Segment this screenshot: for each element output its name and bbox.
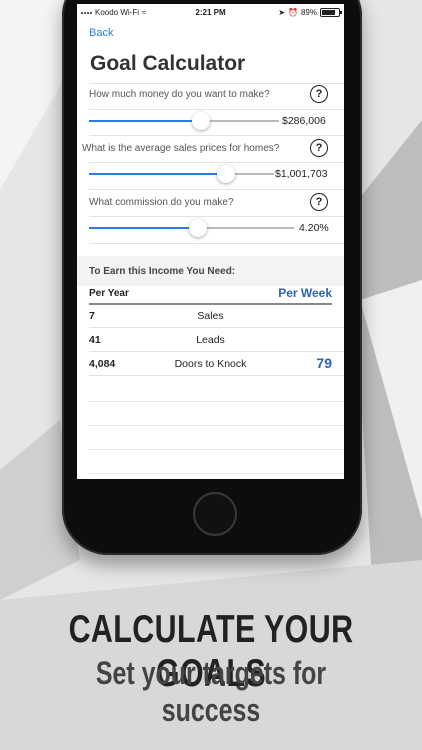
results-title: To Earn this Income You Need: (89, 266, 236, 277)
home-price-slider[interactable] (89, 164, 274, 184)
results-table-header: Per Year Per Week (89, 285, 332, 305)
question-commission: What commission do you make? (89, 197, 234, 208)
slider-track-filled (89, 173, 226, 175)
column-per-year: Per Year (89, 288, 129, 299)
slider-track-filled (89, 227, 198, 229)
page-title: Goal Calculator (90, 52, 246, 75)
question-home-price: What is the average sales prices for hom… (82, 143, 280, 154)
commission-value: 4.20% (299, 222, 329, 234)
app-screen: Koodo Wi-Fi ≈ 2:21 PM ➤ ⏰ 89% Back Goal … (77, 4, 344, 479)
table-row: 4,084 Doors to Knock 79 (89, 352, 344, 376)
battery-percent: 89% (300, 8, 317, 17)
divider (89, 135, 344, 136)
divider (89, 473, 344, 474)
home-button[interactable] (193, 492, 237, 536)
divider (89, 216, 344, 217)
question-income: How much money do you want to make? (89, 89, 270, 100)
home-price-value: $1,001,703 (275, 168, 328, 180)
table-row: 41 Leads (89, 328, 344, 352)
slider-thumb[interactable] (189, 219, 207, 237)
slider-track (198, 227, 294, 229)
row-label: Leads (196, 334, 225, 346)
help-icon[interactable]: ? (310, 139, 328, 157)
row-label: Sales (197, 310, 224, 322)
divider (89, 375, 344, 376)
divider (89, 243, 344, 244)
income-value: $286,006 (282, 115, 326, 127)
help-icon[interactable]: ? (310, 85, 328, 103)
divider (89, 109, 344, 110)
status-right: ➤ ⏰ 89% (278, 8, 342, 17)
back-button[interactable]: Back (89, 27, 113, 39)
divider (89, 449, 344, 450)
results-header: To Earn this Income You Need: (77, 256, 344, 286)
slider-track (201, 120, 279, 122)
table-row: 7 Sales (89, 304, 344, 328)
slider-thumb[interactable] (192, 112, 210, 130)
row-week-value: 79 (316, 355, 332, 371)
slider-track-filled (89, 120, 201, 122)
slider-thumb[interactable] (217, 165, 235, 183)
divider (89, 425, 344, 426)
alarm-icon: ⏰ (288, 8, 298, 17)
location-icon: ➤ (278, 8, 286, 17)
income-slider[interactable] (89, 111, 279, 131)
row-label: Doors to Knock (174, 358, 247, 370)
status-bar: Koodo Wi-Fi ≈ 2:21 PM ➤ ⏰ 89% (77, 4, 344, 22)
divider (89, 83, 344, 84)
divider (89, 401, 344, 402)
battery-icon (320, 8, 342, 17)
promo-subheadline: Set your targets for success (95, 655, 327, 728)
commission-slider[interactable] (89, 218, 294, 238)
column-per-week: Per Week (278, 286, 332, 300)
help-icon[interactable]: ? (310, 193, 328, 211)
divider (89, 162, 344, 163)
divider (89, 189, 344, 190)
